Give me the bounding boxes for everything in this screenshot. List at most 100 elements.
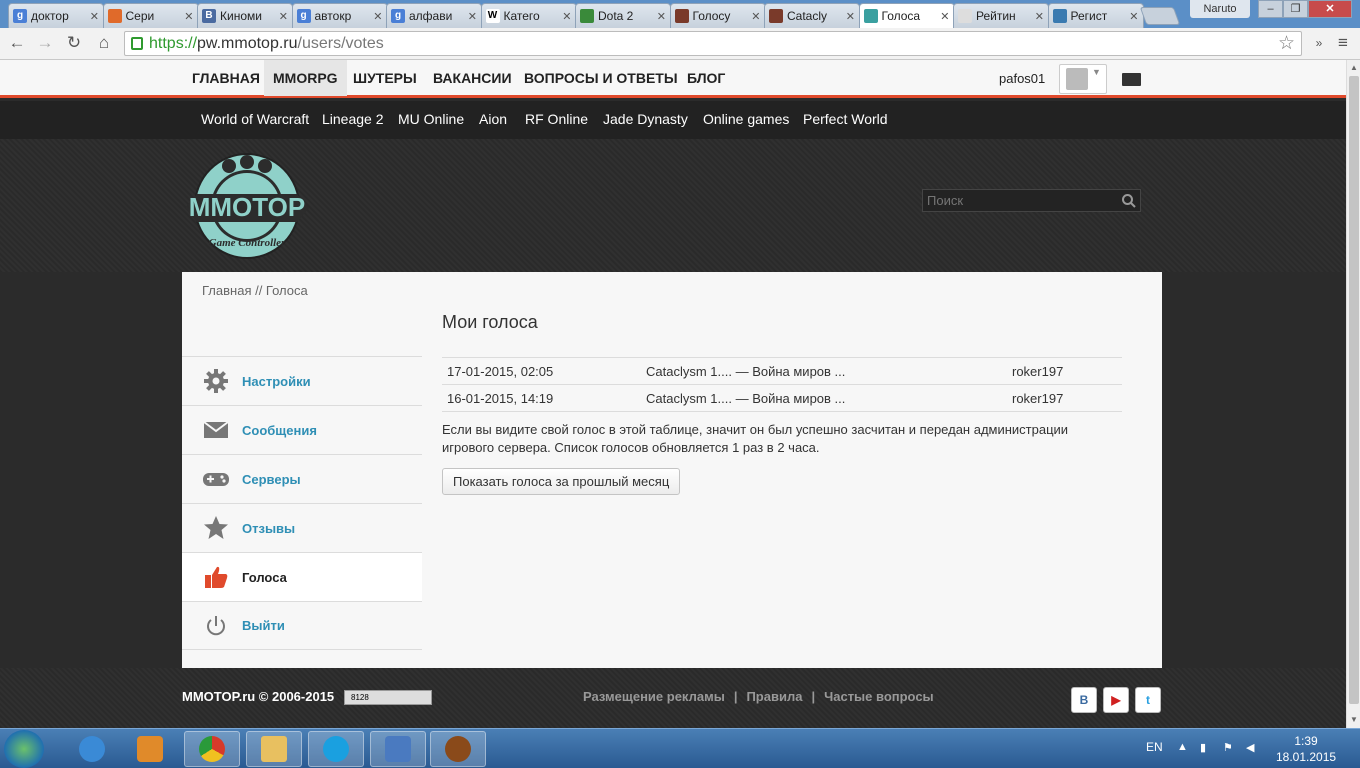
topnav-item[interactable]: ГЛАВНАЯ	[183, 60, 269, 96]
start-button[interactable]	[4, 730, 44, 768]
user-menu-dropdown[interactable]: ▼	[1059, 64, 1107, 94]
site-top-nav: ГЛАВНАЯ MMORPG ШУТЕРЫ ВАКАНСИИ ВОПРОСЫ И ОТВ…	[0, 60, 1346, 98]
mail-icon[interactable]	[1122, 73, 1141, 86]
menu-icon[interactable]: ≡	[1332, 32, 1354, 54]
footer-link[interactable]: Размещение рекламы	[583, 689, 725, 704]
topnav-item[interactable]: MMORPG	[264, 60, 347, 96]
bookmark-star-icon[interactable]: ☆	[1278, 32, 1295, 55]
search-input[interactable]	[922, 189, 1141, 212]
new-tab-button[interactable]	[1139, 7, 1181, 25]
browser-tab[interactable]: Catacly ✕	[764, 3, 860, 28]
scrollbar-thumb[interactable]	[1349, 76, 1359, 704]
app-taskbar-icon[interactable]	[370, 731, 426, 767]
minimize-button[interactable]: –	[1258, 0, 1283, 18]
footer-links: Размещение рекламы | Правила | Частые вопрос…	[583, 689, 934, 704]
tab-title: Dota 2	[598, 9, 634, 23]
search-icon[interactable]	[1121, 193, 1137, 209]
skype-taskbar-icon[interactable]	[308, 731, 364, 767]
thumbs-up-icon	[202, 563, 230, 591]
tab-close-icon[interactable]: ✕	[90, 10, 99, 23]
browser-tab[interactable]: W Катего ✕	[480, 3, 577, 28]
maximize-button[interactable]: ❐	[1283, 0, 1308, 18]
close-window-button[interactable]: ✕	[1308, 0, 1352, 18]
subnav-item[interactable]: World of Warcraft	[201, 101, 309, 137]
vk-icon[interactable]: В	[1071, 687, 1097, 713]
subnav-item[interactable]: MU Online	[398, 101, 464, 137]
tab-close-icon[interactable]: ✕	[373, 10, 382, 23]
tab-close-icon[interactable]: ✕	[1129, 10, 1138, 23]
youtube-icon[interactable]: ▶	[1103, 687, 1129, 713]
tab-close-icon[interactable]: ✕	[184, 10, 193, 23]
tab-favicon-icon	[107, 9, 122, 23]
explorer-taskbar-icon[interactable]	[246, 731, 302, 767]
tab-close-icon[interactable]: ✕	[1035, 10, 1044, 23]
vote-server[interactable]: Cataclysm 1.... — Война миров ...	[641, 384, 1007, 412]
twitter-icon[interactable]: t	[1135, 687, 1161, 713]
tray-expand-icon[interactable]: ▲	[1177, 741, 1191, 755]
browser-toolbar: ← → ↻ ⌂ https://pw.mmotop.ru/users/votes…	[0, 28, 1360, 60]
browser-tab[interactable]: g доктор ✕	[8, 3, 104, 28]
sidebar-item[interactable]: Голоса	[182, 552, 422, 601]
topnav-item[interactable]: ВАКАНСИИ	[424, 60, 521, 96]
sidebar-item[interactable]: Отзывы	[182, 503, 422, 552]
ie-taskbar-icon[interactable]	[64, 731, 120, 767]
network-icon[interactable]: ▮	[1200, 741, 1214, 755]
browser-tab[interactable]: B Киноми ✕	[197, 3, 293, 28]
scroll-up-icon[interactable]: ▲	[1350, 63, 1358, 72]
language-indicator[interactable]: EN	[1146, 740, 1163, 754]
visit-counter[interactable]: 8128	[344, 690, 432, 705]
tab-close-icon[interactable]: ✕	[846, 10, 855, 23]
action-center-icon[interactable]: ⚑	[1223, 741, 1237, 755]
star-icon	[202, 514, 230, 542]
volume-icon[interactable]: ◀	[1246, 741, 1260, 755]
subnav-item[interactable]: Online games	[703, 101, 789, 137]
footer-link[interactable]: Правила	[746, 689, 802, 704]
chrome-taskbar-icon[interactable]	[184, 731, 240, 767]
tab-close-icon[interactable]: ✕	[468, 10, 477, 23]
game-taskbar-icon[interactable]	[430, 731, 486, 767]
page-scrollbar[interactable]: ▲ ▼	[1346, 60, 1360, 728]
browser-tab[interactable]: Голоса ✕	[858, 3, 955, 28]
subnav-item[interactable]: Aion	[479, 101, 507, 137]
tab-close-icon[interactable]: ✕	[751, 10, 760, 23]
system-clock[interactable]: 1:39 18.01.2015	[1276, 733, 1336, 765]
subnav-item[interactable]: Jade Dynasty	[603, 101, 688, 137]
browser-tab[interactable]: Сери ✕	[102, 3, 199, 28]
tab-title: алфави	[409, 9, 453, 23]
scroll-down-icon[interactable]: ▼	[1350, 715, 1358, 724]
username-label[interactable]: pafos01	[999, 60, 1045, 98]
address-bar[interactable]: https://pw.mmotop.ru/users/votes ☆	[124, 31, 1302, 56]
browser-tab[interactable]: Регист ✕	[1047, 3, 1144, 28]
mmotop-logo[interactable]: MMOTOP Game Controller	[183, 150, 311, 262]
topnav-item[interactable]: ВОПРОСЫ И ОТВЕТЫ	[515, 60, 687, 96]
browser-tab[interactable]: g алфави ✕	[386, 3, 482, 28]
topnav-item[interactable]: БЛОГ	[678, 60, 734, 96]
sidebar-item[interactable]: Выйти	[182, 601, 422, 650]
tab-close-icon[interactable]: ✕	[562, 10, 571, 23]
sidebar-item[interactable]: Сообщения	[182, 405, 422, 454]
tab-close-icon[interactable]: ✕	[279, 10, 288, 23]
sidebar-item[interactable]: Настройки	[182, 356, 422, 405]
browser-tab[interactable]: Голосу ✕	[669, 3, 766, 28]
topnav-item[interactable]: ШУТЕРЫ	[344, 60, 426, 96]
show-last-month-button[interactable]: Показать голоса за прошлый месяц	[442, 468, 681, 495]
tab-title: Сери	[125, 9, 155, 23]
back-icon[interactable]: ←	[6, 32, 28, 54]
reload-icon[interactable]: ↻	[63, 32, 85, 54]
forward-icon[interactable]: →	[34, 32, 56, 54]
footer-link[interactable]: Частые вопросы	[824, 689, 934, 704]
vote-server[interactable]: Cataclysm 1.... — Война миров ...	[641, 357, 1007, 385]
media-player-taskbar-icon[interactable]	[122, 731, 178, 767]
browser-tab[interactable]: Dota 2 ✕	[575, 3, 671, 28]
extensions-icon[interactable]: »	[1308, 32, 1330, 54]
subnav-item[interactable]: RF Online	[525, 101, 588, 137]
sidebar-item[interactable]: Серверы	[182, 454, 422, 503]
home-icon[interactable]: ⌂	[93, 32, 115, 54]
subnav-item[interactable]: Lineage 2	[322, 101, 384, 137]
tab-close-icon[interactable]: ✕	[657, 10, 666, 23]
subnav-item[interactable]: Perfect World	[803, 101, 888, 137]
clock-date: 18.01.2015	[1276, 750, 1337, 764]
browser-tab[interactable]: g автокр ✕	[291, 3, 388, 28]
browser-tab[interactable]: Рейтин ✕	[953, 3, 1049, 28]
tab-close-icon[interactable]: ✕	[940, 10, 949, 23]
